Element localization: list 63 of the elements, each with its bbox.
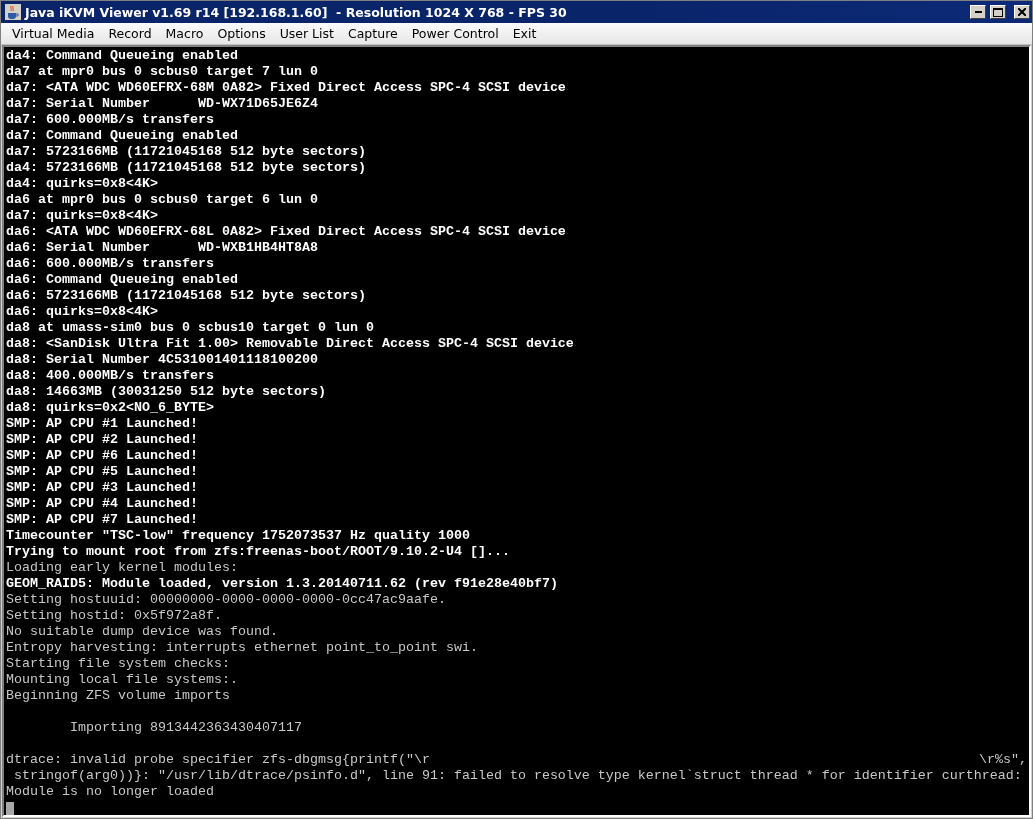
text-cursor (6, 802, 14, 815)
console-line: da7: 600.000MB/s transfers (6, 112, 214, 128)
console-line: No suitable dump device was found. (6, 624, 278, 640)
console-line: Setting hostuuid: 00000000-0000-0000-0000-0cc47ac9aafe. (6, 592, 446, 608)
console-line: Mounting local file systems:. (6, 672, 238, 688)
console-line: da6: <ATA WDC WD60EFRX-68L 0A82> Fixed Direct Access SPC-4 SCSI device (6, 224, 566, 240)
console-text: \r%s", (979, 752, 1027, 768)
console-line: Importing 8913442363430407117 (69, 720, 302, 736)
console-line: da6: 5723166MB (11721045168 512 byte sectors) (6, 288, 366, 304)
console-line: SMP: AP CPU #2 Launched! (6, 432, 198, 448)
menu-item[interactable]: Record (101, 24, 159, 43)
maximize-button[interactable] (990, 5, 1006, 19)
console-line: da7: Command Queueing enabled (6, 128, 238, 144)
menu-item[interactable]: Power Control (404, 24, 506, 43)
console-line: da8: Serial Number 4C531001401118100200 (6, 352, 318, 368)
console-line: da8: quirks=0x2<NO_6_BYTE> (6, 400, 214, 416)
minimize-icon (974, 11, 982, 13)
console-line: da4: quirks=0x8<4K> (6, 176, 158, 192)
minimize-button[interactable] (970, 5, 986, 19)
maximize-icon (993, 7, 1003, 17)
console-line: da7 at mpr0 bus 0 scbus0 target 7 lun 0 (6, 64, 318, 80)
console-line: da7: Serial Number WD-WX71D65JE6Z4 (6, 96, 318, 112)
console-line: Module is no longer loaded (6, 784, 214, 800)
menu-item[interactable]: Exit (505, 24, 544, 43)
console-line: Beginning ZFS volume imports (6, 688, 230, 704)
console-line: da6 at mpr0 bus 0 scbus0 target 6 lun 0 (6, 192, 318, 208)
console-line: SMP: AP CPU #3 Launched! (6, 480, 198, 496)
console-line: SMP: AP CPU #4 Launched! (6, 496, 198, 512)
console-line: da8 at umass-sim0 bus 0 scbus10 target 0 lun 0 (6, 320, 374, 336)
console-line: Starting file system checks: (6, 656, 230, 672)
console-line: stringof(arg0))}: "/usr/lib/dtrace/psinfo.d", line 91: failed to resolve type kernel`struct thread * for identifier curthread: (13, 768, 1022, 784)
close-button[interactable] (1014, 5, 1030, 19)
console-line: da7: <ATA WDC WD60EFRX-68M 0A82> Fixed Direct Access SPC-4 SCSI device (6, 80, 566, 96)
menu-item[interactable]: Capture (341, 24, 405, 43)
console-line: Trying to mount root from zfs:freenas-boot/ROOT/9.10.2-U4 []... (6, 544, 510, 560)
console-line: da7: 5723166MB (11721045168 512 byte sectors) (6, 144, 366, 160)
console-line: da4: Command Queueing enabled (6, 48, 238, 64)
console-line: da6: 600.000MB/s transfers (6, 256, 214, 272)
window-title: Java iKVM Viewer v1.69 r14 [192.168.1.60] - Resolution 1024 X 768 - FPS 30 (25, 4, 568, 20)
console-line: SMP: AP CPU #5 Launched! (6, 464, 198, 480)
menu-item[interactable]: User List (272, 24, 341, 43)
console-line: SMP: AP CPU #6 Launched! (6, 448, 198, 464)
coffee-cup-icon (5, 4, 21, 20)
console-line: Setting hostid: 0x5f972a8f. (6, 608, 222, 624)
console-line: da7: quirks=0x8<4K> (6, 208, 158, 224)
console-line: da8: 400.000MB/s transfers (6, 368, 214, 384)
menu-item[interactable]: Virtual Media (5, 24, 102, 43)
console-line: Loading early kernel modules: (6, 560, 238, 576)
console-line: SMP: AP CPU #7 Launched! (6, 512, 198, 528)
console-line: GEOM_RAID5: Module loaded, version 1.3.20140711.62 (rev f91e28e40bf7) (6, 576, 558, 592)
console-line: Entropy harvesting: interrupts ethernet point_to_point swi. (6, 640, 478, 656)
menu-item[interactable]: Options (210, 24, 273, 43)
console-line: da4: 5723166MB (11721045168 512 byte sectors) (6, 160, 366, 176)
menu-item[interactable]: Macro (158, 24, 211, 43)
console-line: Timecounter "TSC-low" frequency 1752073537 Hz quality 1000 (6, 528, 470, 544)
console-line: da8: 14663MB (30031250 512 byte sectors) (6, 384, 326, 400)
console-line: da8: <SanDisk Ultra Fit 1.00> Removable Direct Access SPC-4 SCSI device (6, 336, 574, 352)
console-line: SMP: AP CPU #1 Launched! (6, 416, 198, 432)
console-line: da6: Command Queueing enabled (6, 272, 238, 288)
console-line: dtrace: invalid probe specifier zfs-dbgmsg{printf("\r (6, 752, 430, 768)
console-line: da6: Serial Number WD-WXB1HB4HT8A8 (6, 240, 318, 256)
console-line: da6: quirks=0x8<4K> (6, 304, 158, 320)
close-icon (1018, 8, 1026, 16)
